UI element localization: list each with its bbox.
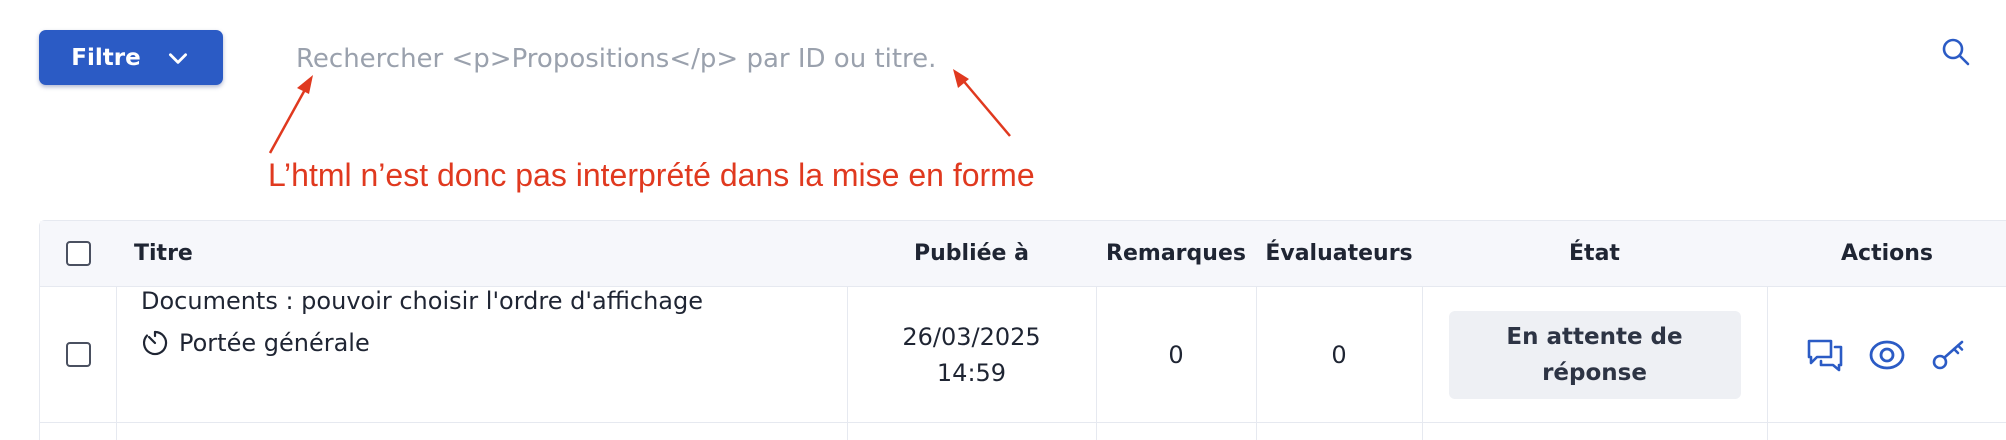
eye-icon[interactable]: [1867, 335, 1907, 375]
status-line-2: réponse: [1542, 359, 1647, 386]
scope-text: Portée générale: [179, 329, 370, 357]
row-actions: [1805, 335, 1969, 375]
column-header-actions: Actions: [1841, 241, 1933, 266]
evaluators-count: 0: [1331, 340, 1347, 369]
remarks-count: 0: [1168, 340, 1184, 369]
published-date-day: 26/03/2025: [902, 322, 1041, 351]
table-header: Titre Publiée à Remarques Évaluateurs Ét…: [40, 221, 2006, 287]
propositions-table: Titre Publiée à Remarques Évaluateurs Ét…: [39, 220, 2006, 440]
filter-button[interactable]: Filtre: [39, 30, 223, 85]
published-date-time: 14:59: [936, 358, 1007, 387]
proposition-title-link[interactable]: Documents : pouvoir choisir l'ordre d'af…: [141, 287, 703, 315]
chevron-down-icon: [168, 52, 187, 64]
column-header-evaluators[interactable]: Évaluateurs: [1256, 221, 1422, 286]
select-all-checkbox[interactable]: [65, 241, 91, 266]
published-date: 26/03/2025 14:59: [847, 287, 1096, 422]
comments-icon[interactable]: [1805, 335, 1845, 375]
timer-icon: [142, 330, 168, 356]
filter-button-label: Filtre: [71, 44, 141, 71]
annotation-text: L’html n’est donc pas interprété dans la…: [268, 157, 1035, 193]
key-icon[interactable]: [1929, 335, 1969, 375]
row-checkbox[interactable]: [65, 342, 91, 367]
column-header-state[interactable]: État: [1422, 221, 1767, 286]
scope-label: Portée générale: [141, 329, 370, 357]
status-line-1: En attente de: [1506, 323, 1683, 350]
column-header-remarks[interactable]: Remarques: [1096, 221, 1256, 286]
column-header-title[interactable]: Titre: [116, 221, 847, 286]
table-row: Documents : pouvoir choisir l'ordre d'af…: [40, 287, 2006, 423]
status-badge: En attente de réponse: [1448, 310, 1741, 399]
column-header-published[interactable]: Publiée à: [847, 221, 1096, 286]
search-icon[interactable]: [1940, 36, 1972, 68]
search-input[interactable]: [296, 36, 1916, 82]
